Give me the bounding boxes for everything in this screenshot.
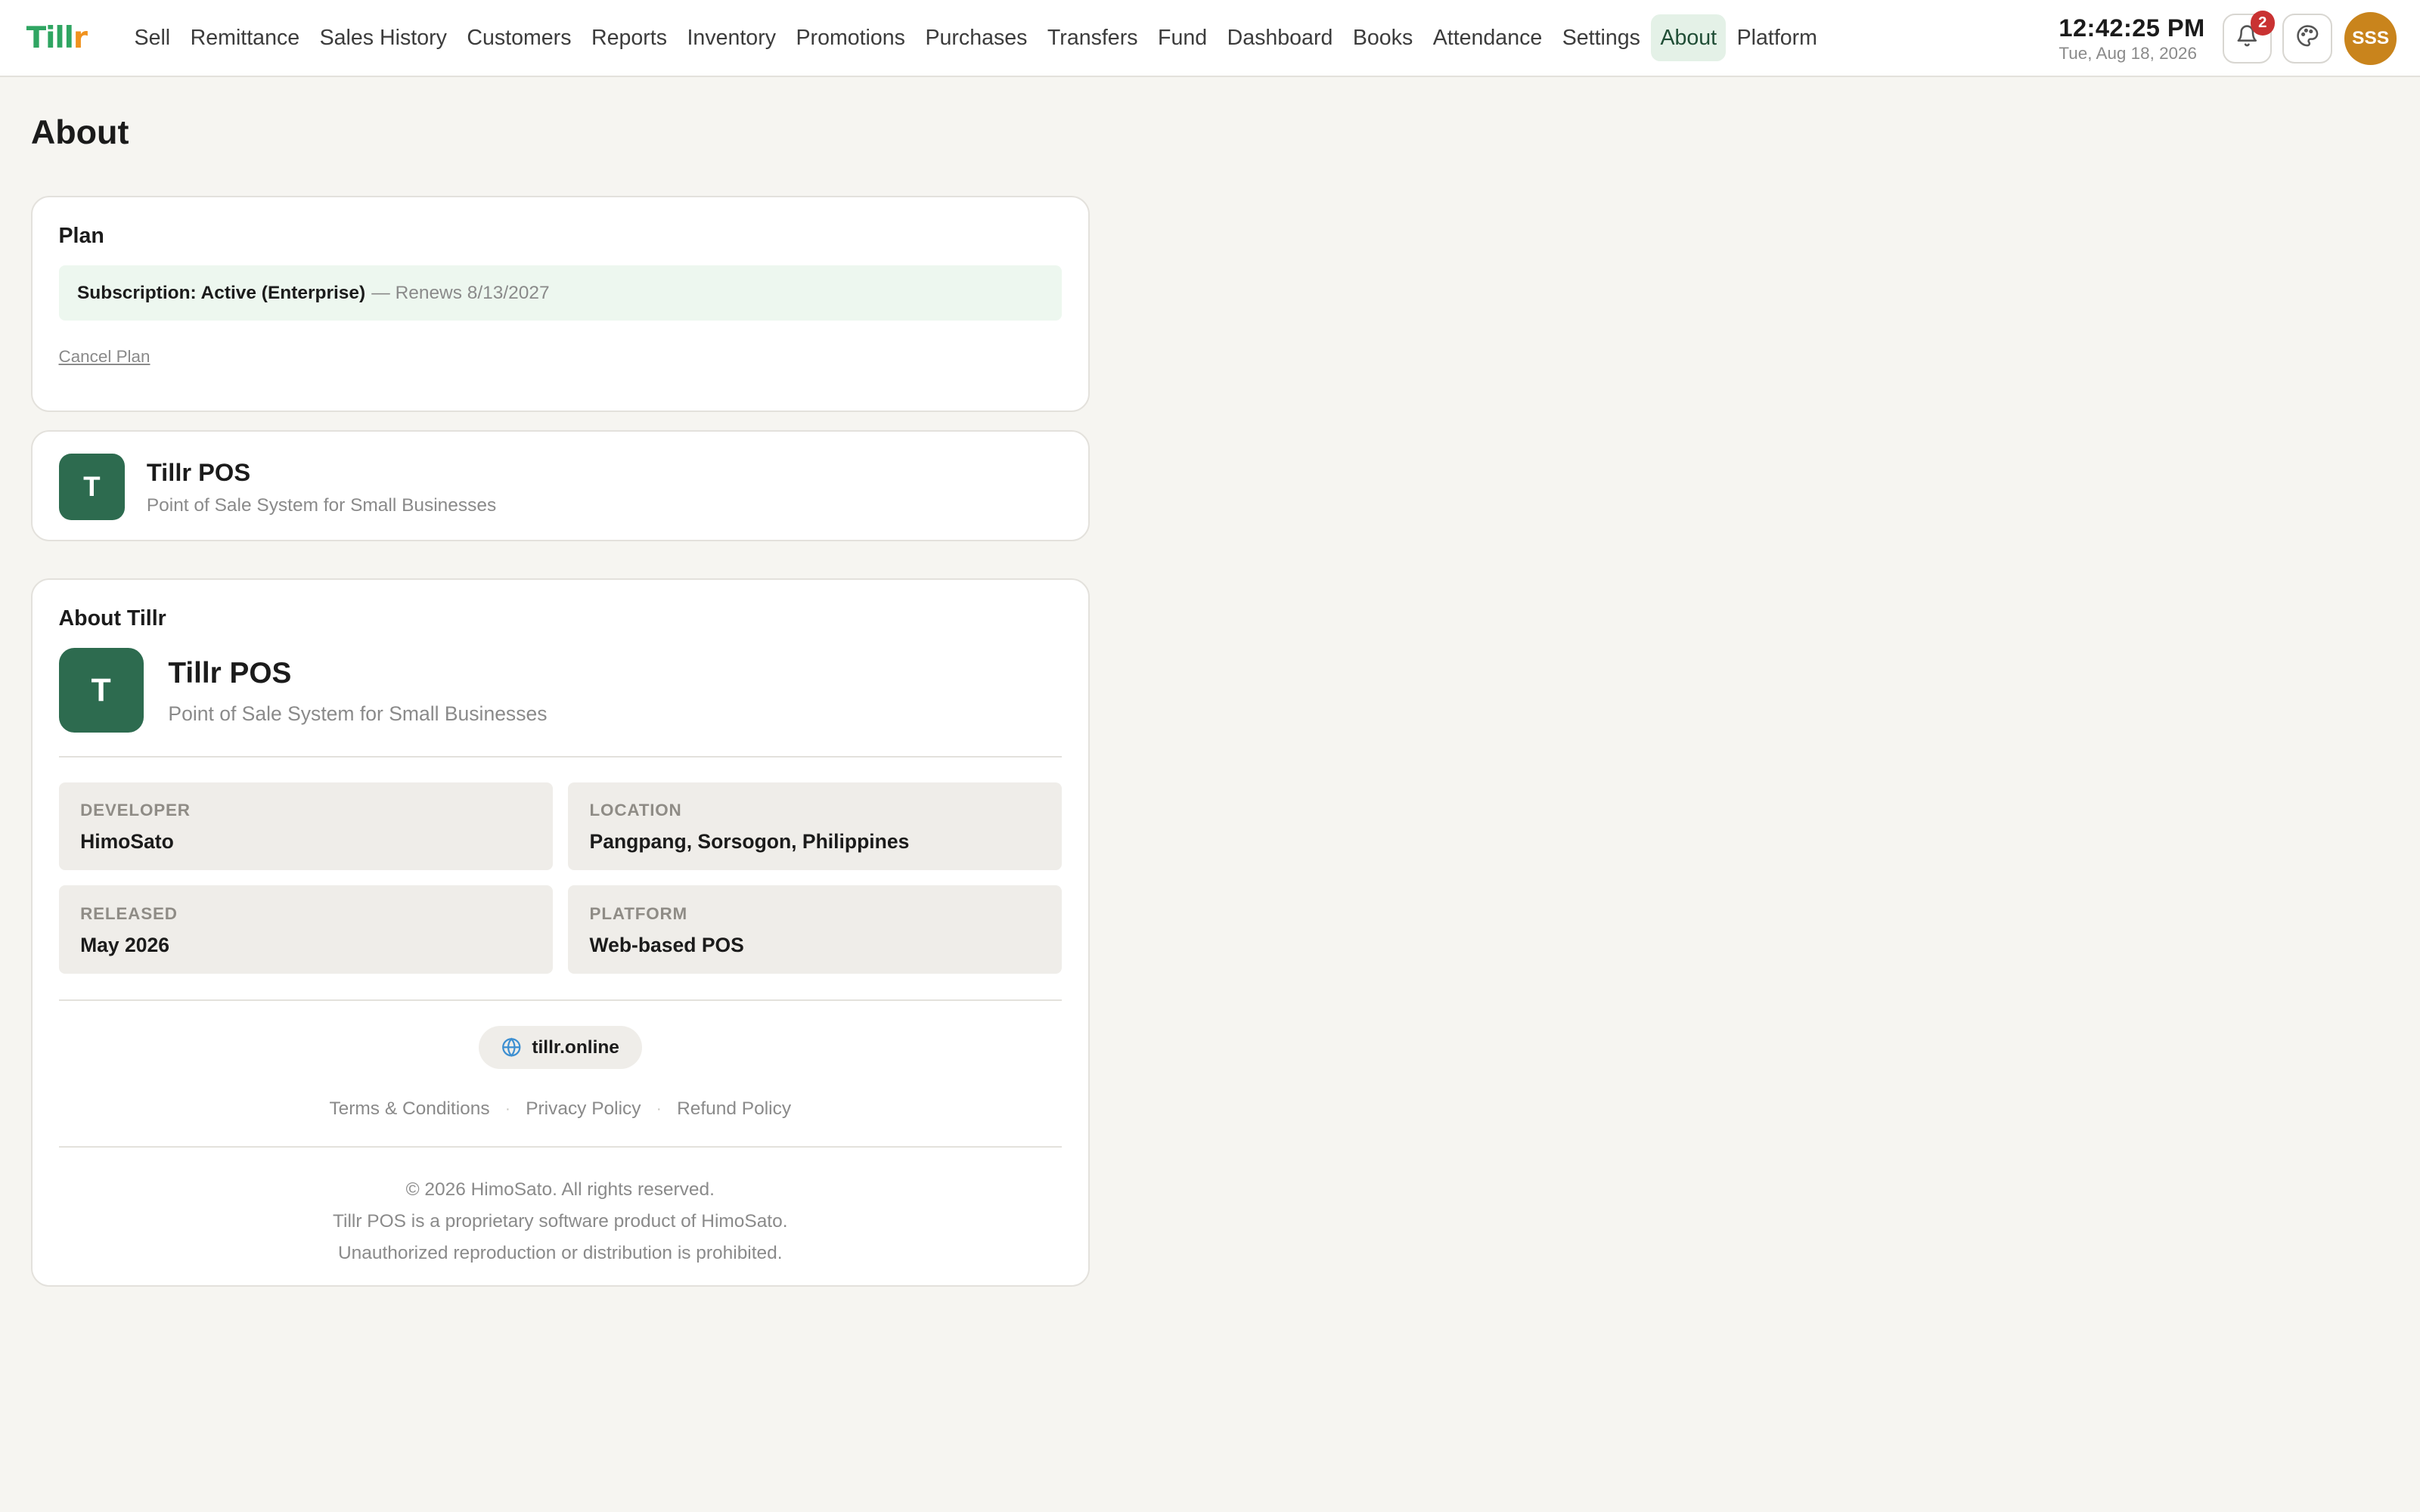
about-divider-top bbox=[58, 755, 1063, 758]
clock-date: Tue, Aug 18, 2026 bbox=[2059, 44, 2197, 64]
website-link-label: tillr.online bbox=[532, 1036, 619, 1058]
app-root: Till r Sell Remittance Sales History Cust… bbox=[0, 0, 2420, 1512]
info-released: RELEASED May 2026 bbox=[58, 885, 553, 974]
page-title: About bbox=[30, 112, 129, 151]
refund-link[interactable]: Refund Policy bbox=[677, 1098, 791, 1120]
nav-item-attendance[interactable]: Attendance bbox=[1424, 14, 1552, 61]
link-separator: · bbox=[505, 1100, 510, 1117]
proprietary-line: Tillr POS is a proprietary software prod… bbox=[333, 1210, 788, 1232]
nav-item-customers[interactable]: Customers bbox=[458, 14, 581, 61]
nav-item-platform[interactable]: Platform bbox=[1727, 14, 1826, 61]
nav-item-settings[interactable]: Settings bbox=[1553, 14, 1650, 61]
palette-icon bbox=[2296, 24, 2319, 54]
info-platform-value: Web-based POS bbox=[589, 933, 744, 956]
info-released-label: RELEASED bbox=[80, 903, 178, 923]
about-divider-bottom bbox=[58, 1146, 1063, 1148]
notifications-button[interactable]: 2 bbox=[2222, 11, 2276, 64]
cancel-plan-link[interactable]: Cancel Plan bbox=[59, 347, 150, 367]
globe-icon bbox=[501, 1037, 522, 1058]
info-developer-value: HimoSato bbox=[80, 829, 174, 853]
nav-item-inventory[interactable]: Inventory bbox=[678, 14, 785, 61]
theme-button[interactable] bbox=[2282, 14, 2332, 64]
info-platform-label: PLATFORM bbox=[589, 903, 688, 923]
plan-card-title: Plan bbox=[58, 223, 104, 248]
nav-item-fund[interactable]: Fund bbox=[1149, 14, 1217, 61]
copyright-line: © 2026 HimoSato. All rights reserved. bbox=[405, 1179, 715, 1200]
user-avatar[interactable]: SSS bbox=[2344, 12, 2397, 65]
info-developer-label: DEVELOPER bbox=[80, 801, 191, 820]
nav-item-about[interactable]: About bbox=[1651, 14, 1727, 61]
nav-item-books[interactable]: Books bbox=[1344, 14, 1423, 61]
website-link[interactable]: tillr.online bbox=[478, 1026, 642, 1070]
about-card-title: About Tillr bbox=[58, 606, 166, 631]
about-divider-middle bbox=[58, 999, 1063, 1002]
link-separator: · bbox=[656, 1100, 662, 1117]
notification-count-badge: 2 bbox=[2250, 11, 2276, 36]
terms-link[interactable]: Terms & Conditions bbox=[329, 1098, 489, 1120]
info-released-value: May 2026 bbox=[80, 933, 169, 956]
app-info-card: T Tillr POS Point of Sale System for Sma… bbox=[30, 430, 1090, 542]
info-developer: DEVELOPER HimoSato bbox=[58, 782, 553, 870]
info-location-label: LOCATION bbox=[589, 801, 682, 820]
app-logo: T bbox=[58, 453, 126, 520]
legal-notice: © 2026 HimoSato. All rights reserved. Ti… bbox=[33, 1174, 1088, 1269]
info-location-value: Pangpang, Sorsogon, Philippines bbox=[589, 829, 910, 853]
nav-item-remittance[interactable]: Remittance bbox=[181, 14, 309, 61]
about-app-tagline: Point of Sale System for Small Businesse… bbox=[168, 702, 548, 725]
subscription-renewal: — Renews 8/13/2027 bbox=[371, 282, 550, 303]
app-tagline: Point of Sale System for Small Businesse… bbox=[146, 495, 497, 516]
main-nav: Sell Remittance Sales History Customers … bbox=[125, 14, 1828, 61]
clock: 12:42:25 PM Tue, Aug 18, 2026 bbox=[2059, 14, 2204, 64]
logo-text-green: Till bbox=[26, 20, 74, 55]
about-app-logo: T bbox=[58, 648, 144, 733]
subscription-status-banner: Subscription: Active (Enterprise) — Rene… bbox=[58, 265, 1063, 321]
nav-item-promotions[interactable]: Promotions bbox=[786, 14, 914, 61]
nav-item-purchases[interactable]: Purchases bbox=[916, 14, 1036, 61]
policy-links: Terms & Conditions · Privacy Policy · Re… bbox=[33, 1098, 1088, 1120]
nav-item-sell[interactable]: Sell bbox=[125, 14, 179, 61]
info-platform: PLATFORM Web-based POS bbox=[567, 885, 1063, 974]
nav-item-sales-history[interactable]: Sales History bbox=[310, 14, 456, 61]
info-location: LOCATION Pangpang, Sorsogon, Philippines bbox=[567, 782, 1063, 870]
top-nav-bar: Till r Sell Remittance Sales History Cust… bbox=[0, 0, 2420, 78]
nav-item-transfers[interactable]: Transfers bbox=[1038, 14, 1147, 61]
reproduction-line: Unauthorized reproduction or distributio… bbox=[337, 1242, 783, 1263]
about-card: About Tillr T Tillr POS Point of Sale Sy… bbox=[30, 578, 1090, 1287]
subscription-status: Subscription: Active (Enterprise) bbox=[76, 282, 366, 303]
about-app-name: Tillr POS bbox=[168, 657, 292, 690]
nav-item-dashboard[interactable]: Dashboard bbox=[1218, 14, 1342, 61]
tillr-logo[interactable]: Till r bbox=[26, 21, 101, 55]
clock-time: 12:42:25 PM bbox=[2059, 14, 2205, 42]
logo-text-orange: r bbox=[73, 20, 88, 55]
plan-card: Plan Subscription: Active (Enterprise) —… bbox=[30, 196, 1090, 412]
privacy-link[interactable]: Privacy Policy bbox=[526, 1098, 641, 1120]
app-name: Tillr POS bbox=[146, 458, 251, 487]
nav-item-reports[interactable]: Reports bbox=[582, 14, 676, 61]
